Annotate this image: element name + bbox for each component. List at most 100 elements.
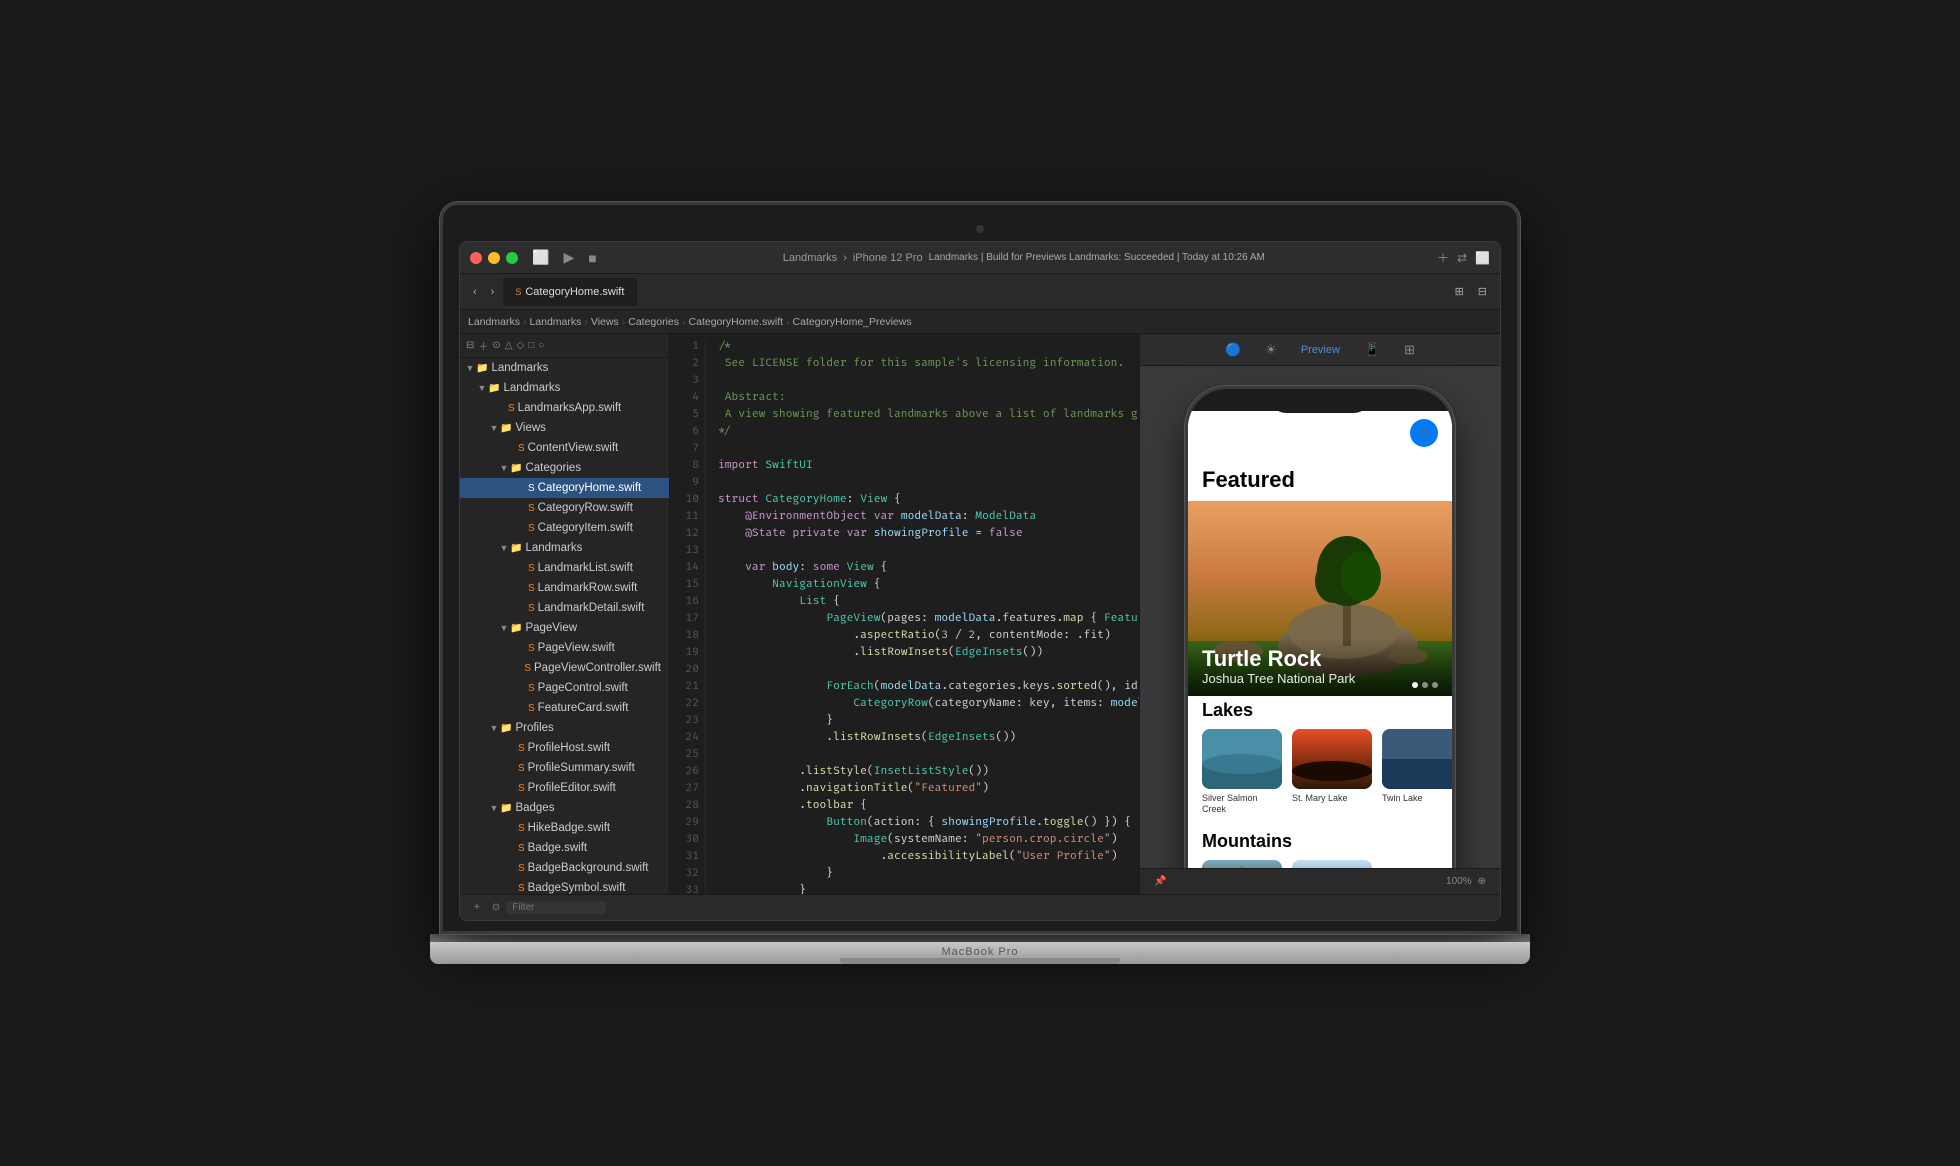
tree-item-profiles[interactable]: ▼ 📁 Profiles bbox=[460, 718, 669, 738]
tree-label-landmarks: Landmarks bbox=[503, 382, 560, 394]
tree-filter-icon[interactable]: ⊙ bbox=[492, 340, 500, 351]
minimize-button[interactable] bbox=[488, 252, 500, 264]
tree-item-landmarksapp[interactable]: S LandmarksApp.swift bbox=[460, 398, 669, 418]
tree-item-landmarks-sub[interactable]: ▼ 📁 Landmarks bbox=[460, 538, 669, 558]
tree-item-badges[interactable]: ▼ 📁 Badges bbox=[460, 798, 669, 818]
version-btn[interactable]: ⊙ bbox=[486, 900, 506, 915]
tree-item-pageview-folder[interactable]: ▼ 📁 PageView bbox=[460, 618, 669, 638]
preview-label[interactable]: Preview bbox=[1295, 341, 1346, 359]
code-line-11: @EnvironmentObject var modelData: ModelD… bbox=[718, 508, 1140, 525]
tree-item-profilehost[interactable]: S ProfileHost.swift bbox=[460, 738, 669, 758]
color-scheme-icon[interactable]: 🔵 bbox=[1219, 339, 1247, 361]
code-line-27: .navigationTitle("Featured") bbox=[718, 780, 1140, 797]
appearance-icon[interactable]: ☀ bbox=[1259, 339, 1283, 361]
tree-root[interactable]: ▼ 📁 Landmarks bbox=[460, 358, 669, 378]
tree-item-badgebg[interactable]: S BadgeBackground.swift bbox=[460, 858, 669, 878]
tree-search-icon[interactable]: ○ bbox=[538, 340, 544, 351]
lakes-row: Silver Salmon Creek bbox=[1188, 729, 1452, 827]
main-content: ⊟ ＋ ⊙ △ ◇ □ ○ ▼ 📁 Landmarks bbox=[460, 334, 1500, 894]
close-button[interactable] bbox=[470, 252, 482, 264]
fullscreen-button[interactable] bbox=[506, 252, 518, 264]
swift-file-icon: S bbox=[515, 287, 521, 297]
tree-label-categories: Categories bbox=[525, 462, 581, 474]
swift-icon-pageview: S bbox=[528, 643, 535, 654]
run-button[interactable]: ▶ bbox=[559, 247, 578, 268]
file-tree[interactable]: ⊟ ＋ ⊙ △ ◇ □ ○ ▼ 📁 Landmarks bbox=[460, 334, 670, 894]
layout-swap-icon[interactable]: ⇄ bbox=[1457, 251, 1467, 265]
folder-icon-pageview: 📁 bbox=[510, 623, 522, 634]
add-file-btn[interactable]: + bbox=[468, 900, 486, 915]
breadcrumb: Landmarks › Landmarks › Views › Categori… bbox=[468, 316, 912, 328]
silver-salmon-svg bbox=[1202, 729, 1282, 789]
preview-pin-icon[interactable]: 📌 bbox=[1148, 874, 1172, 889]
tree-item-landmarkrow[interactable]: S LandmarkRow.swift bbox=[460, 578, 669, 598]
landmark-card-mcdonald[interactable]: Lake McDonald bbox=[1292, 860, 1372, 868]
tree-item-categoryhome[interactable]: S CategoryHome.swift bbox=[460, 478, 669, 498]
zoom-fit-icon[interactable]: ⊕ bbox=[1472, 874, 1492, 889]
landmark-card-twin-lake[interactable]: Twin Lake bbox=[1382, 729, 1452, 815]
tree-item-categoryrow[interactable]: S CategoryRow.swift bbox=[460, 498, 669, 518]
profile-button[interactable]: 👤 bbox=[1410, 419, 1438, 447]
dot-1 bbox=[1412, 682, 1418, 688]
preview-bottom-bar: 📌 100% ⊕ bbox=[1140, 868, 1500, 894]
folder-icon-landmarks: 📁 bbox=[488, 383, 500, 394]
landmark-card-mary-lake[interactable]: St. Mary Lake bbox=[1292, 729, 1372, 815]
tree-item-profilesummary[interactable]: S ProfileSummary.swift bbox=[460, 758, 669, 778]
tree-item-landmarklist[interactable]: S LandmarkList.swift bbox=[460, 558, 669, 578]
tree-item-badgesymbol[interactable]: S BadgeSymbol.swift bbox=[460, 878, 669, 894]
nav-back-btn[interactable]: ‹ bbox=[468, 283, 482, 301]
tree-sort-icon[interactable]: △ bbox=[505, 340, 513, 351]
code-editor[interactable]: 12345 678910 1112131415 1617181920 21222… bbox=[670, 334, 1140, 894]
title-center: Landmarks › iPhone 12 Pro Landmarks | Bu… bbox=[611, 252, 1437, 264]
grid-view-icon[interactable]: ⊞ bbox=[1450, 282, 1469, 301]
nav-forward-btn[interactable]: › bbox=[486, 283, 500, 301]
code-line-23: } bbox=[718, 712, 1140, 729]
add-icon[interactable]: ＋ bbox=[1437, 249, 1449, 266]
iphone-notch bbox=[1270, 389, 1370, 413]
tree-item-pageview[interactable]: S PageView.swift bbox=[460, 638, 669, 658]
code-line-12: @State private var showingProfile = fals… bbox=[718, 525, 1140, 542]
tree-item-pageviewcontroller[interactable]: S PageViewController.swift bbox=[460, 658, 669, 678]
tree-item-landmarkdetail[interactable]: S LandmarkDetail.swift bbox=[460, 598, 669, 618]
swift-icon-categoryitem: S bbox=[528, 523, 535, 534]
inspector-toggle-icon[interactable]: ⬜ bbox=[1475, 251, 1490, 265]
tree-warning-icon[interactable]: ◇ bbox=[516, 340, 524, 351]
swift-icon-profileeditor: S bbox=[518, 783, 525, 794]
editor-bottom-bar: + ⊙ bbox=[460, 894, 1500, 920]
swift-icon-contentview: S bbox=[518, 443, 525, 454]
tree-label-badgebg: BadgeBackground.swift bbox=[528, 862, 649, 874]
filter-input[interactable] bbox=[506, 901, 606, 914]
tree-item-pagecontrol[interactable]: S PageControl.swift bbox=[460, 678, 669, 698]
landmark-card-chilkoot[interactable]: Chilkoot Trail bbox=[1202, 860, 1282, 868]
landmark-card-silver-salmon[interactable]: Silver Salmon Creek bbox=[1202, 729, 1282, 815]
tree-label-pageviewcontroller: PageViewController.swift bbox=[534, 662, 661, 674]
sidebar-toggle-icon[interactable]: ⬜ bbox=[528, 247, 553, 268]
screen-bezel: ⬜ ▶ ■ Landmarks › iPhone 12 Pro Landmark… bbox=[440, 202, 1520, 934]
stop-button[interactable]: ■ bbox=[584, 248, 600, 268]
code-line-9 bbox=[718, 474, 1140, 491]
iphone-mockup: 👤 Featured bbox=[1185, 386, 1455, 868]
tree-label-categoryitem: CategoryItem.swift bbox=[538, 522, 633, 534]
tree-item-profileeditor[interactable]: S ProfileEditor.swift bbox=[460, 778, 669, 798]
swift-icon-landmarksapp: S bbox=[508, 403, 515, 414]
device-frame-icon[interactable]: 📱 bbox=[1358, 339, 1386, 361]
tree-item-badge[interactable]: S Badge.swift bbox=[460, 838, 669, 858]
featured-landmark-name: Turtle Rock bbox=[1202, 647, 1438, 671]
tree-item-hikebadge[interactable]: S HikeBadge.swift bbox=[460, 818, 669, 838]
landmark-name-mary-lake: St. Mary Lake bbox=[1292, 793, 1372, 804]
tree-item-contentview[interactable]: S ContentView.swift bbox=[460, 438, 669, 458]
tree-label-pageview-folder: PageView bbox=[525, 622, 577, 634]
tree-rect-icon[interactable]: □ bbox=[528, 340, 534, 351]
app-featured-title: Featured bbox=[1188, 455, 1452, 501]
tree-item-views[interactable]: ▼ 📁 Views bbox=[460, 418, 669, 438]
tree-item-featurecard[interactable]: S FeatureCard.swift bbox=[460, 698, 669, 718]
layout-icon[interactable]: ⊞ bbox=[1398, 339, 1421, 361]
tree-group-landmarks[interactable]: ▼ 📁 Landmarks bbox=[460, 378, 669, 398]
file-tab-categoryhome[interactable]: S CategoryHome.swift bbox=[503, 278, 637, 306]
tree-add-icon[interactable]: ＋ bbox=[478, 338, 488, 353]
split-view-icon[interactable]: ⊟ bbox=[1473, 282, 1492, 301]
dot-3 bbox=[1432, 682, 1438, 688]
tree-nav-icon[interactable]: ⊟ bbox=[466, 340, 474, 351]
tree-item-categoryitem[interactable]: S CategoryItem.swift bbox=[460, 518, 669, 538]
tree-item-categories[interactable]: ▼ 📁 Categories bbox=[460, 458, 669, 478]
